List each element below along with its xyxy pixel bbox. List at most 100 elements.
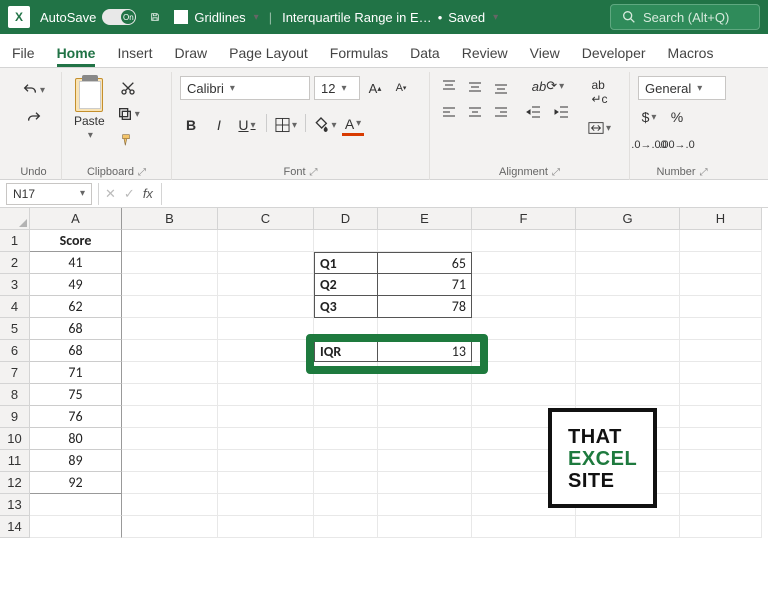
- select-all-corner[interactable]: [0, 208, 30, 230]
- col-header-F[interactable]: F: [472, 208, 576, 230]
- cell-H10[interactable]: [680, 428, 762, 450]
- cell-B3[interactable]: [122, 274, 218, 296]
- cell-H3[interactable]: [680, 274, 762, 296]
- number-format-combo[interactable]: General▾: [638, 76, 726, 100]
- cell-C10[interactable]: [218, 428, 314, 450]
- merge-center-button[interactable]: ▾: [584, 118, 615, 138]
- tab-review[interactable]: Review: [462, 45, 508, 67]
- cell-G6[interactable]: [576, 340, 680, 362]
- tab-page-layout[interactable]: Page Layout: [229, 45, 308, 67]
- borders-button[interactable]: ▾: [275, 114, 297, 136]
- redo-button[interactable]: [22, 108, 46, 128]
- dialog-launcher-icon[interactable]: ⤢: [552, 167, 560, 178]
- increase-font-button[interactable]: A▴: [364, 77, 386, 99]
- cut-button[interactable]: [113, 78, 144, 98]
- search-input[interactable]: Search (Alt+Q): [610, 4, 760, 30]
- increase-indent-button[interactable]: [550, 102, 574, 122]
- cell-H1[interactable]: [680, 230, 762, 252]
- cell-G8[interactable]: [576, 384, 680, 406]
- cell-B10[interactable]: [122, 428, 218, 450]
- row-header-6[interactable]: 6: [0, 340, 30, 362]
- cell-C3[interactable]: [218, 274, 314, 296]
- copy-button[interactable]: ▾: [113, 104, 144, 124]
- cell-B7[interactable]: [122, 362, 218, 384]
- cell-E14[interactable]: [378, 516, 472, 538]
- col-header-C[interactable]: C: [218, 208, 314, 230]
- cell-C14[interactable]: [218, 516, 314, 538]
- cell-A12[interactable]: 92: [30, 472, 122, 494]
- cell-A8[interactable]: 75: [30, 384, 122, 406]
- cell-E1[interactable]: [378, 230, 472, 252]
- cell-C9[interactable]: [218, 406, 314, 428]
- cell-C12[interactable]: [218, 472, 314, 494]
- cell-F3[interactable]: [472, 274, 576, 296]
- cell-C13[interactable]: [218, 494, 314, 516]
- worksheet[interactable]: A B C D E F G H 1Score241Q165349Q271462Q…: [0, 208, 768, 589]
- row-header-12[interactable]: 12: [0, 472, 30, 494]
- dialog-launcher-icon[interactable]: ⤢: [700, 167, 708, 178]
- cell-D12[interactable]: [314, 472, 378, 494]
- cell-H8[interactable]: [680, 384, 762, 406]
- cell-B8[interactable]: [122, 384, 218, 406]
- cell-H4[interactable]: [680, 296, 762, 318]
- bold-button[interactable]: B: [180, 114, 202, 136]
- cell-B11[interactable]: [122, 450, 218, 472]
- cell-H14[interactable]: [680, 516, 762, 538]
- cell-H7[interactable]: [680, 362, 762, 384]
- cell-F1[interactable]: [472, 230, 576, 252]
- cell-C1[interactable]: [218, 230, 314, 252]
- cell-E6[interactable]: 13: [378, 340, 472, 362]
- cell-E9[interactable]: [378, 406, 472, 428]
- row-header-11[interactable]: 11: [0, 450, 30, 472]
- cell-C6[interactable]: [218, 340, 314, 362]
- row-header-3[interactable]: 3: [0, 274, 30, 296]
- toggle-switch[interactable]: On: [102, 9, 136, 25]
- italic-button[interactable]: I: [208, 114, 230, 136]
- tab-draw[interactable]: Draw: [174, 45, 207, 67]
- align-top-button[interactable]: [438, 76, 460, 98]
- wrap-text-button[interactable]: ab↵c: [584, 76, 615, 108]
- orientation-button[interactable]: ab⟳▾: [522, 76, 574, 96]
- row-header-8[interactable]: 8: [0, 384, 30, 406]
- cell-C8[interactable]: [218, 384, 314, 406]
- cell-F8[interactable]: [472, 384, 576, 406]
- col-header-H[interactable]: H: [680, 208, 762, 230]
- gridlines-toggle[interactable]: Gridlines ▾: [174, 10, 258, 25]
- cell-A3[interactable]: 49: [30, 274, 122, 296]
- cell-E11[interactable]: [378, 450, 472, 472]
- cell-B6[interactable]: [122, 340, 218, 362]
- cell-A7[interactable]: 71: [30, 362, 122, 384]
- cell-B1[interactable]: [122, 230, 218, 252]
- cell-A13[interactable]: [30, 494, 122, 516]
- cell-E2[interactable]: 65: [378, 252, 472, 274]
- document-title[interactable]: Interquartile Range in E… • Saved ▾: [282, 10, 498, 25]
- cell-D14[interactable]: [314, 516, 378, 538]
- row-header-1[interactable]: 1: [0, 230, 30, 252]
- cell-F14[interactable]: [472, 516, 576, 538]
- decrease-indent-button[interactable]: [522, 102, 546, 122]
- cell-D3[interactable]: Q2: [314, 274, 378, 296]
- tab-data[interactable]: Data: [410, 45, 440, 67]
- cell-D6[interactable]: IQR: [314, 340, 378, 362]
- cell-B14[interactable]: [122, 516, 218, 538]
- cell-D13[interactable]: [314, 494, 378, 516]
- autosave-toggle[interactable]: AutoSave On: [40, 9, 136, 25]
- row-header-10[interactable]: 10: [0, 428, 30, 450]
- row-header-14[interactable]: 14: [0, 516, 30, 538]
- cell-D11[interactable]: [314, 450, 378, 472]
- formula-input[interactable]: [161, 183, 768, 205]
- cell-B12[interactable]: [122, 472, 218, 494]
- cell-D8[interactable]: [314, 384, 378, 406]
- cell-A4[interactable]: 62: [30, 296, 122, 318]
- percent-button[interactable]: %: [666, 106, 688, 128]
- tab-developer[interactable]: Developer: [582, 45, 646, 67]
- cell-E4[interactable]: 78: [378, 296, 472, 318]
- row-header-13[interactable]: 13: [0, 494, 30, 516]
- cell-C7[interactable]: [218, 362, 314, 384]
- cancel-formula-icon[interactable]: ✕: [105, 186, 116, 202]
- cell-C2[interactable]: [218, 252, 314, 274]
- col-header-D[interactable]: D: [314, 208, 378, 230]
- fill-color-button[interactable]: ▾: [314, 114, 336, 136]
- decrease-decimal-button[interactable]: .00→.0: [666, 134, 688, 156]
- row-header-4[interactable]: 4: [0, 296, 30, 318]
